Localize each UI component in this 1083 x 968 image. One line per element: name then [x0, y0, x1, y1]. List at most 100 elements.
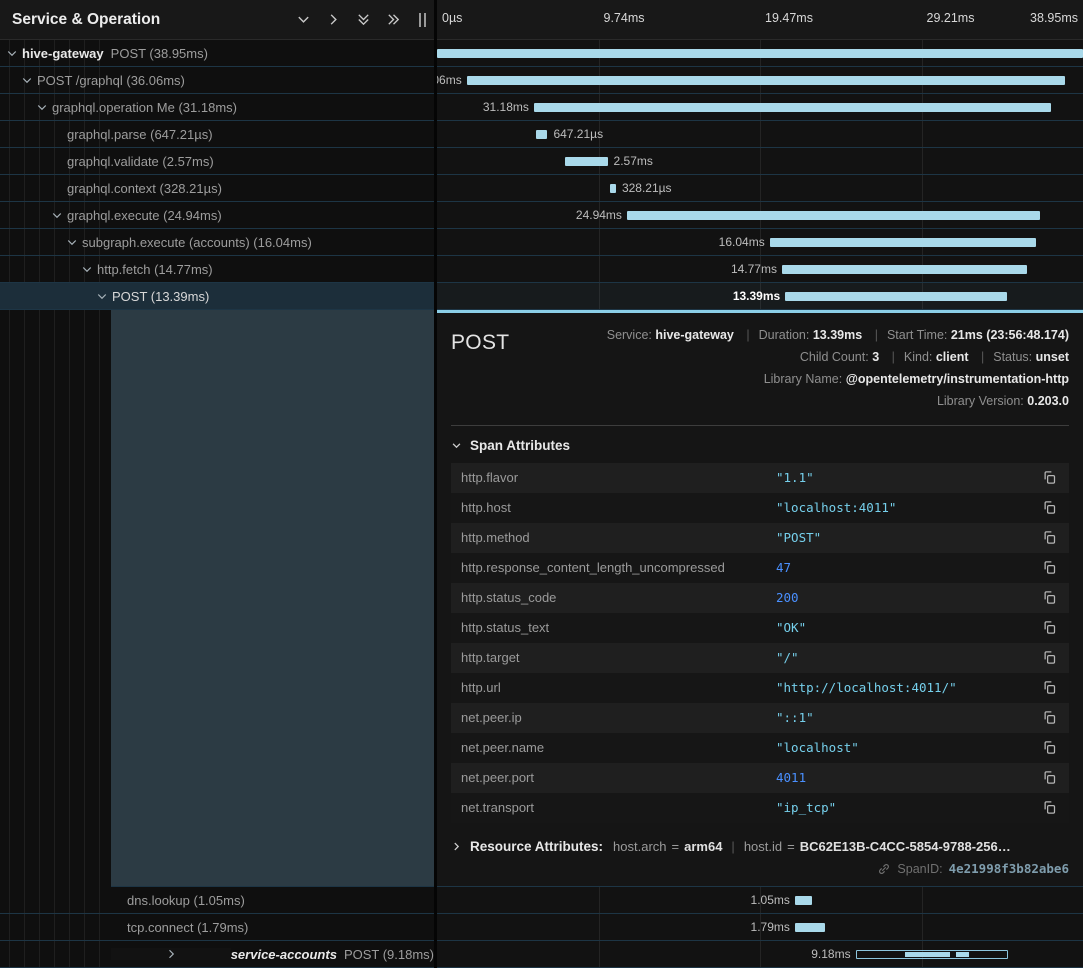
duration-label: 24.94ms	[576, 208, 622, 222]
span-row-graphql-execute[interactable]: graphql.execute (24.94ms)	[0, 202, 434, 229]
timeline-row[interactable]: 647.21µs	[437, 121, 1083, 148]
timeline-row[interactable]: 9.18ms	[437, 941, 1083, 968]
collapse-chevron-icon[interactable]	[21, 74, 37, 86]
timeline-row[interactable]: 1.05ms	[437, 887, 1083, 914]
span-row-post-selected[interactable]: POST (13.39ms)	[0, 283, 434, 310]
attribute-key: http.status_code	[461, 590, 776, 605]
span-row-tcp-connect[interactable]: tcp.connect (1.79ms)	[0, 914, 434, 941]
copy-icon[interactable]	[1040, 678, 1059, 697]
operation-name: tcp.connect (1.79ms)	[127, 920, 248, 935]
collapse-chevron-icon[interactable]	[66, 236, 82, 248]
attribute-value: "1.1"	[776, 470, 1040, 485]
operation-name: dns.lookup (1.05ms)	[127, 893, 245, 908]
span-row-graphql-parse[interactable]: graphql.parse (647.21µs)	[0, 121, 434, 148]
timeline-panel: 0µs 9.74ms 19.47ms 29.21ms 38.95ms 38.95…	[437, 0, 1083, 968]
timeline-row[interactable]: 328.21µs	[437, 175, 1083, 202]
expand-chevron-icon[interactable]	[111, 948, 231, 960]
span-row-graphql-validate[interactable]: graphql.validate (2.57ms)	[0, 148, 434, 175]
copy-icon[interactable]	[1040, 558, 1059, 577]
operation-name: graphql.parse (647.21µs)	[67, 127, 213, 142]
copy-icon[interactable]	[1040, 768, 1059, 787]
span-bar[interactable]	[467, 76, 1065, 85]
span-bar[interactable]	[610, 184, 616, 193]
duration-label: 647.21µs	[553, 127, 603, 141]
span-row-graphql-context[interactable]: graphql.context (328.21µs)	[0, 175, 434, 202]
attribute-value: "::1"	[776, 710, 1040, 725]
double-chevron-down-icon[interactable]	[351, 8, 375, 32]
span-bar[interactable]	[785, 292, 1007, 301]
duration-label: 1.79ms	[751, 920, 790, 934]
chevron-right-icon[interactable]	[321, 8, 345, 32]
detail-header: POST Service: hive-gateway Duration: 13.…	[451, 325, 1069, 413]
duration-label: 16.04ms	[719, 235, 765, 249]
span-attributes-toggle[interactable]: Span Attributes	[451, 438, 1069, 453]
copy-icon[interactable]	[1040, 648, 1059, 667]
span-bar[interactable]	[795, 923, 825, 932]
copy-icon[interactable]	[1040, 528, 1059, 547]
attribute-key: http.target	[461, 650, 776, 665]
resource-attributes-toggle[interactable]: Resource Attributes: host.arch = arm64 |…	[451, 839, 1069, 854]
span-id-label: SpanID:	[897, 862, 942, 876]
panel-resize-grip[interactable]	[419, 13, 426, 27]
timeline-row[interactable]: 16.04ms	[437, 229, 1083, 256]
attribute-key: http.url	[461, 680, 776, 695]
span-bar[interactable]	[534, 103, 1051, 112]
collapse-chevron-icon[interactable]	[36, 101, 52, 113]
link-icon[interactable]	[877, 862, 891, 876]
span-bar[interactable]	[437, 49, 1083, 58]
span-id-row: SpanID: 4e21998f3b82abe6	[877, 861, 1069, 878]
operation-name: graphql.context (328.21µs)	[67, 181, 222, 196]
span-row-http-fetch[interactable]: http.fetch (14.77ms)	[0, 256, 434, 283]
timeline-row[interactable]: 2.57ms	[437, 148, 1083, 175]
timeline-row[interactable]: 1.79ms	[437, 914, 1083, 941]
collapse-chevron-icon[interactable]	[81, 263, 97, 275]
span-row-service-accounts-post[interactable]: service-accounts POST (9.18ms)	[0, 941, 434, 968]
duration-label: 2.57ms	[614, 154, 653, 168]
copy-icon[interactable]	[1040, 498, 1059, 517]
span-bar[interactable]	[565, 157, 608, 166]
attribute-value: "POST"	[776, 530, 1040, 545]
copy-icon[interactable]	[1040, 708, 1059, 727]
copy-icon[interactable]	[1040, 588, 1059, 607]
collapse-chevron-icon[interactable]	[96, 290, 112, 302]
span-row-subgraph-execute[interactable]: subgraph.execute (accounts) (16.04ms)	[0, 229, 434, 256]
attribute-key: net.peer.name	[461, 740, 776, 755]
duration-label: 14.77ms	[731, 262, 777, 276]
timeline-row[interactable]: 24.94ms	[437, 202, 1083, 229]
span-row-graphql-operation-me[interactable]: graphql.operation Me (31.18ms)	[0, 94, 434, 121]
span-row-dns-lookup[interactable]: dns.lookup (1.05ms)	[0, 887, 434, 914]
attribute-row: net.peer.name "localhost"	[451, 733, 1069, 763]
tick-label: 9.74ms	[604, 11, 645, 25]
span-row-hive-gateway-post[interactable]: hive-gateway POST (38.95ms)	[0, 40, 434, 67]
copy-icon[interactable]	[1040, 618, 1059, 637]
span-row-post-graphql[interactable]: POST /graphql (36.06ms)	[0, 67, 434, 94]
span-bar[interactable]	[782, 265, 1027, 274]
timeline-row[interactable]: 31.18ms	[437, 94, 1083, 121]
collapse-chevron-icon[interactable]	[51, 209, 67, 221]
span-bar[interactable]	[770, 238, 1036, 247]
meta-line: Service: hive-gateway Duration: 13.39ms …	[607, 325, 1069, 347]
attribute-key: net.peer.port	[461, 770, 776, 785]
attribute-row: http.host "localhost:4011"	[451, 493, 1069, 523]
timeline-row[interactable]: 14.77ms	[437, 256, 1083, 283]
attribute-key: net.peer.ip	[461, 710, 776, 725]
attribute-value: "localhost:4011"	[776, 500, 1040, 515]
chevron-down-icon[interactable]	[291, 8, 315, 32]
copy-icon[interactable]	[1040, 738, 1059, 757]
span-bar[interactable]	[536, 130, 547, 139]
timeline-row[interactable]: 36.06ms	[437, 67, 1083, 94]
span-bar[interactable]	[627, 211, 1040, 220]
attribute-row: net.peer.port 4011	[451, 763, 1069, 793]
meta-line: Child Count: 3 Kind: client Status: unse…	[607, 347, 1069, 369]
span-bar[interactable]	[795, 896, 812, 905]
timeline-row[interactable]: 38.95ms	[437, 40, 1083, 67]
service-name: service-accounts	[231, 947, 337, 962]
span-bar-collapsed[interactable]	[856, 950, 1008, 959]
collapse-chevron-icon[interactable]	[6, 47, 22, 59]
timeline-row-selected[interactable]: 13.39ms	[437, 283, 1083, 310]
tick-label: 29.21ms	[927, 11, 975, 25]
copy-icon[interactable]	[1040, 468, 1059, 487]
copy-icon[interactable]	[1040, 798, 1059, 817]
duration-label: 13.39ms	[733, 289, 780, 303]
double-chevron-right-icon[interactable]	[381, 8, 405, 32]
